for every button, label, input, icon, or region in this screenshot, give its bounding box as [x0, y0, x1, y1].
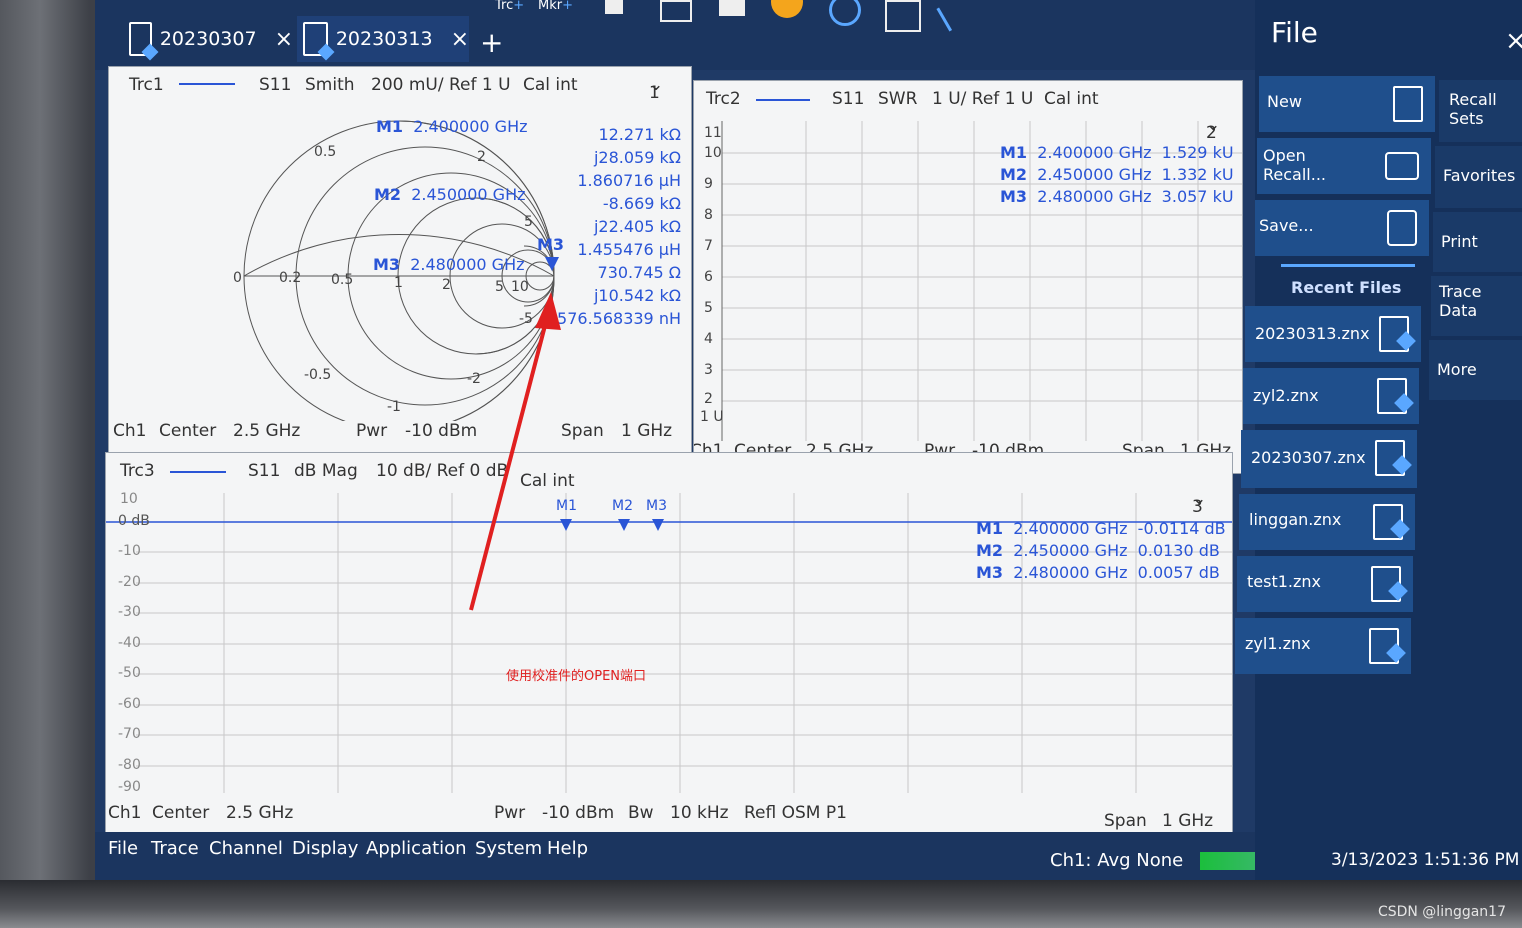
recent-divider: [1281, 264, 1415, 267]
trace-data-button[interactable]: Trace Data: [1431, 276, 1522, 336]
menu-bar: File Trace Channel Display Application S…: [95, 832, 1324, 880]
menu-channel[interactable]: Channel: [209, 838, 283, 859]
new-button[interactable]: New: [1259, 76, 1435, 132]
recent-file-item[interactable]: linggan.znx: [1239, 494, 1415, 550]
vna-screen: Trc+ Mkr+ 20230307 × 20230313 × + Trc1 S…: [95, 0, 1522, 880]
new-file-icon: [1393, 86, 1423, 122]
recent-file-item[interactable]: zyl1.znx: [1235, 618, 1411, 674]
datetime-status: 3/13/2023 1:51:36 PM: [1331, 850, 1520, 870]
favorites-button[interactable]: Favorites: [1435, 146, 1522, 208]
menu-help[interactable]: Help: [547, 838, 588, 859]
monitor-bezel-bottom: [0, 880, 1522, 928]
menu-display[interactable]: Display: [292, 838, 358, 859]
save-button[interactable]: Save...: [1255, 200, 1429, 256]
recent-file-item[interactable]: test1.znx: [1237, 556, 1413, 612]
menu-system[interactable]: System: [475, 838, 542, 859]
menu-application[interactable]: Application: [366, 838, 467, 859]
watermark-text: CSDN @linggan17: [1377, 904, 1506, 920]
more-button[interactable]: More: [1429, 340, 1522, 400]
menu-trace[interactable]: Trace: [151, 838, 199, 859]
menu-file[interactable]: File: [108, 838, 138, 859]
recall-sets-button[interactable]: Recall Sets: [1439, 80, 1522, 142]
panel-title: File: [1271, 16, 1318, 49]
avg-status: Ch1: Avg None: [1050, 850, 1184, 871]
print-button[interactable]: Print: [1433, 212, 1522, 272]
annotation-arrow: [469, 292, 561, 611]
open-recall-button[interactable]: Open Recall...: [1257, 138, 1431, 194]
folder-icon: [1385, 152, 1419, 180]
close-icon[interactable]: ×: [1505, 26, 1522, 56]
recent-file-item[interactable]: 20230307.znx: [1241, 430, 1417, 488]
floppy-icon: [1387, 210, 1417, 246]
file-side-panel: File × New Open Recall... Save... Recall…: [1235, 0, 1522, 880]
recent-file-item[interactable]: zyl2.znx: [1243, 368, 1419, 424]
recent-files-title: Recent Files: [1291, 278, 1402, 297]
recent-file-item[interactable]: 20230313.znx: [1245, 306, 1421, 362]
